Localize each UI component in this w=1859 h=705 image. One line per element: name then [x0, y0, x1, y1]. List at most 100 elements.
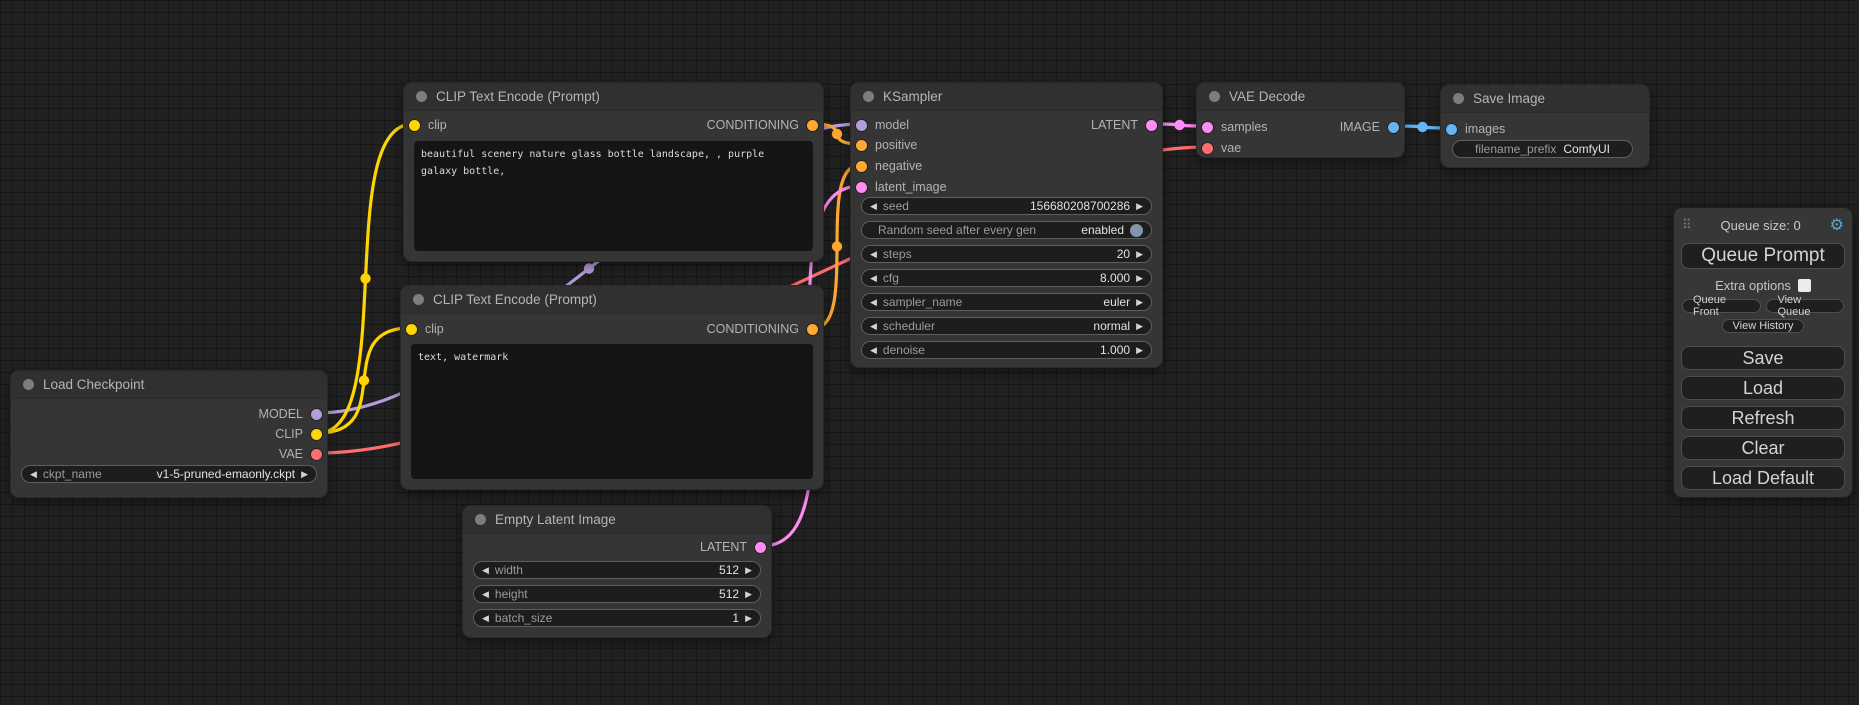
clear-button[interactable]: Clear: [1681, 436, 1845, 460]
prompt-textarea[interactable]: beautiful scenery nature glass bottle la…: [414, 141, 813, 251]
save-button[interactable]: Save: [1681, 346, 1845, 370]
latent-port-icon[interactable]: [1202, 122, 1213, 133]
increment-arrow-icon[interactable]: ▶: [1136, 346, 1143, 355]
latent-port-icon[interactable]: [755, 542, 766, 553]
decrement-arrow-icon[interactable]: ◀: [870, 322, 877, 331]
queue-prompt-button[interactable]: Queue Prompt: [1681, 243, 1845, 269]
collapse-dot-icon[interactable]: [863, 91, 874, 102]
load-default-button[interactable]: Load Default: [1681, 466, 1845, 490]
cfg-widget[interactable]: ◀ cfg 8.000 ▶: [861, 269, 1152, 287]
output-conditioning[interactable]: CONDITIONING: [707, 115, 818, 135]
scheduler-widget[interactable]: ◀ scheduler normal ▶: [861, 317, 1152, 335]
decrement-arrow-icon[interactable]: ◀: [30, 470, 37, 479]
model-port-icon[interactable]: [856, 120, 867, 131]
view-queue-button[interactable]: View Queue: [1766, 299, 1844, 313]
seed-widget[interactable]: ◀ seed 156680208700286 ▶: [861, 197, 1152, 215]
node-title-bar[interactable]: Load Checkpoint: [11, 371, 327, 399]
increment-arrow-icon[interactable]: ▶: [1136, 322, 1143, 331]
node-clip-text-encode-positive[interactable]: CLIP Text Encode (Prompt) clip CONDITION…: [403, 82, 824, 262]
output-vae[interactable]: VAE: [279, 444, 322, 464]
increment-arrow-icon[interactable]: ▶: [745, 590, 752, 599]
decrement-arrow-icon[interactable]: ◀: [870, 202, 877, 211]
latent-port-icon[interactable]: [856, 182, 867, 193]
random-seed-toggle-widget[interactable]: Random seed after every gen enabled: [861, 221, 1152, 239]
decrement-arrow-icon[interactable]: ◀: [870, 298, 877, 307]
decrement-arrow-icon[interactable]: ◀: [482, 614, 489, 623]
node-clip-text-encode-negative[interactable]: CLIP Text Encode (Prompt) clip CONDITION…: [400, 285, 824, 490]
link-midpoint-dot-sampler-latent[interactable]: [1174, 120, 1184, 130]
input-images[interactable]: images: [1446, 119, 1505, 139]
sampler-name-widget[interactable]: ◀ sampler_name euler ▶: [861, 293, 1152, 311]
output-clip[interactable]: CLIP: [275, 424, 322, 444]
increment-arrow-icon[interactable]: ▶: [745, 614, 752, 623]
load-button[interactable]: Load: [1681, 376, 1845, 400]
width-widget[interactable]: ◀ width 512 ▶: [473, 561, 761, 579]
conditioning-port-icon[interactable]: [807, 324, 818, 335]
link-midpoint-dot-positive-conditioning[interactable]: [832, 129, 842, 139]
node-ksampler[interactable]: KSampler model LATENT positive negative …: [850, 82, 1163, 368]
node-title-bar[interactable]: Empty Latent Image: [463, 506, 771, 534]
clip-port-icon[interactable]: [406, 324, 417, 335]
decrement-arrow-icon[interactable]: ◀: [482, 590, 489, 599]
steps-widget[interactable]: ◀ steps 20 ▶: [861, 245, 1152, 263]
conditioning-port-icon[interactable]: [856, 140, 867, 151]
increment-arrow-icon[interactable]: ▶: [745, 566, 752, 575]
toggle-on-icon[interactable]: [1130, 224, 1143, 237]
latent-port-icon[interactable]: [1146, 120, 1157, 131]
increment-arrow-icon[interactable]: ▶: [1136, 202, 1143, 211]
output-model[interactable]: MODEL: [259, 404, 322, 424]
node-title-bar[interactable]: KSampler: [851, 83, 1162, 111]
output-latent[interactable]: LATENT: [700, 537, 766, 557]
image-port-icon[interactable]: [1446, 124, 1457, 135]
input-clip[interactable]: clip: [406, 319, 444, 339]
collapse-dot-icon[interactable]: [475, 514, 486, 525]
node-title-bar[interactable]: Save Image: [1441, 85, 1649, 113]
conditioning-port-icon[interactable]: [807, 120, 818, 131]
model-port-icon[interactable]: [311, 409, 322, 420]
node-title-bar[interactable]: CLIP Text Encode (Prompt): [401, 286, 823, 314]
node-vae-decode[interactable]: VAE Decode samples IMAGE vae: [1196, 82, 1405, 158]
collapse-dot-icon[interactable]: [1209, 91, 1220, 102]
filename-prefix-widget[interactable]: filename_prefix ComfyUI: [1452, 140, 1633, 158]
ckpt-name-widget[interactable]: ◀ ckpt_name v1-5-pruned-emaonly.ckpt ▶: [21, 465, 317, 483]
decrement-arrow-icon[interactable]: ◀: [482, 566, 489, 575]
prompt-textarea[interactable]: text, watermark: [411, 344, 813, 479]
collapse-dot-icon[interactable]: [416, 91, 427, 102]
output-image[interactable]: IMAGE: [1340, 117, 1399, 137]
refresh-button[interactable]: Refresh: [1681, 406, 1845, 430]
input-latent-image[interactable]: latent_image: [856, 177, 947, 197]
input-samples[interactable]: samples: [1202, 117, 1268, 137]
link-midpoint-dot-clip-to-negative[interactable]: [359, 375, 369, 385]
link-midpoint-dot-clip-to-positive[interactable]: [360, 273, 370, 283]
collapse-dot-icon[interactable]: [413, 294, 424, 305]
increment-arrow-icon[interactable]: ▶: [1136, 298, 1143, 307]
link-midpoint-dot-negative-conditioning[interactable]: [832, 241, 842, 251]
image-port-icon[interactable]: [1388, 122, 1399, 133]
output-conditioning[interactable]: CONDITIONING: [707, 319, 818, 339]
node-load-checkpoint[interactable]: Load Checkpoint MODEL CLIP VAE ◀ ckpt_na…: [10, 370, 328, 498]
input-negative[interactable]: negative: [856, 156, 922, 176]
node-save-image[interactable]: Save Image images filename_prefix ComfyU…: [1440, 84, 1650, 168]
decrement-arrow-icon[interactable]: ◀: [870, 346, 877, 355]
link-midpoint-dot-image[interactable]: [1417, 122, 1427, 132]
output-latent[interactable]: LATENT: [1091, 115, 1157, 135]
denoise-widget[interactable]: ◀ denoise 1.000 ▶: [861, 341, 1152, 359]
decrement-arrow-icon[interactable]: ◀: [870, 250, 877, 259]
settings-gear-icon[interactable]: ⚙: [1830, 215, 1844, 235]
drag-handle-icon[interactable]: ⠿: [1682, 217, 1692, 233]
vae-port-icon[interactable]: [1202, 143, 1213, 154]
input-positive[interactable]: positive: [856, 135, 917, 155]
vae-port-icon[interactable]: [311, 449, 322, 460]
collapse-dot-icon[interactable]: [1453, 93, 1464, 104]
increment-arrow-icon[interactable]: ▶: [1136, 274, 1143, 283]
input-model[interactable]: model: [856, 115, 909, 135]
input-clip[interactable]: clip: [409, 115, 447, 135]
increment-arrow-icon[interactable]: ▶: [301, 470, 308, 479]
node-graph-canvas[interactable]: Load Checkpoint MODEL CLIP VAE ◀ ckpt_na…: [0, 0, 1859, 705]
input-vae[interactable]: vae: [1202, 138, 1241, 158]
clip-port-icon[interactable]: [311, 429, 322, 440]
node-empty-latent-image[interactable]: Empty Latent Image LATENT ◀ width 512 ▶ …: [462, 505, 772, 638]
batch-size-widget[interactable]: ◀ batch_size 1 ▶: [473, 609, 761, 627]
conditioning-port-icon[interactable]: [856, 161, 867, 172]
height-widget[interactable]: ◀ height 512 ▶: [473, 585, 761, 603]
